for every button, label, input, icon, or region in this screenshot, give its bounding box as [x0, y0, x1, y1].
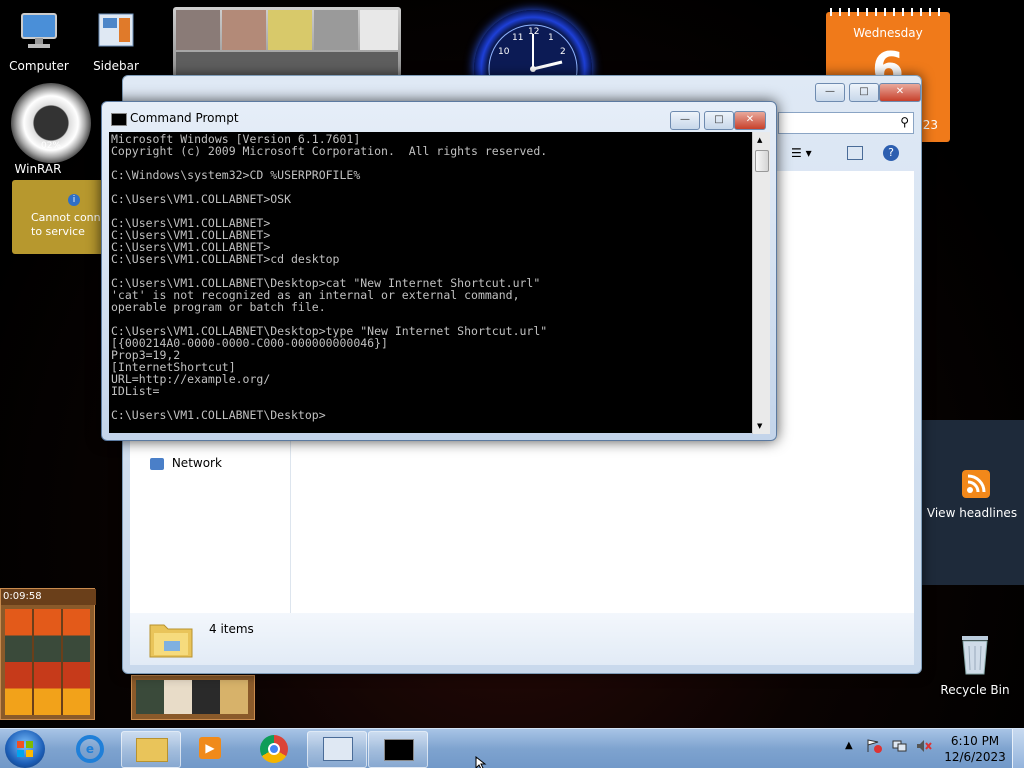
svg-text:1: 1: [548, 33, 554, 43]
volume-muted-icon[interactable]: [916, 739, 932, 753]
puzzle-gadget[interactable]: 0:09:58: [0, 588, 96, 720]
console-line: C:\Users\VM1.COLLABNET\Desktop>: [111, 408, 326, 422]
desktop-icon-computer[interactable]: Computer: [4, 10, 74, 73]
puzzle-gadget-secondary[interactable]: [131, 675, 255, 720]
control-panel-icon: [323, 737, 353, 761]
maximize-button[interactable]: □: [704, 111, 734, 130]
recycle-bin-icon: [940, 630, 1010, 679]
close-button[interactable]: ✕: [734, 111, 766, 130]
calendar-day: Wednesday: [853, 26, 923, 40]
sidebar-icon: [81, 10, 151, 55]
vertical-scrollbar[interactable]: ▲ ▼: [752, 132, 770, 434]
scroll-thumb[interactable]: [755, 150, 769, 172]
show-desktop-button[interactable]: [1012, 729, 1024, 768]
console-line: C:\Users\VM1.COLLABNET>OSK: [111, 192, 292, 206]
info-icon: i: [68, 194, 80, 206]
weather-message: Cannot conn: [31, 211, 101, 224]
computer-icon: [4, 10, 74, 55]
svg-text:10: 10: [498, 47, 510, 57]
clock-time: 6:10 PM: [950, 734, 1000, 748]
cmd-icon: [384, 739, 414, 761]
taskbar-control-panel[interactable]: [307, 731, 367, 768]
network-icon: [150, 457, 164, 470]
command-prompt-window[interactable]: Command Prompt — □ ✕ Microsoft Windows […: [101, 101, 777, 441]
action-center-icon[interactable]: [866, 739, 882, 753]
network-tray-icon[interactable]: [892, 739, 908, 753]
status-bar: 4 items: [130, 613, 914, 665]
minimize-button[interactable]: —: [670, 111, 700, 130]
chrome-icon: [260, 735, 288, 763]
help-icon[interactable]: ?: [883, 145, 899, 161]
rss-icon: [962, 470, 990, 498]
scroll-up-icon[interactable]: ▲: [757, 136, 762, 144]
feed-label[interactable]: View headlines: [920, 506, 1024, 520]
views-icon[interactable]: ☰ ▾: [791, 146, 812, 160]
taskbar-clock[interactable]: 6:10 PM 12/6/2023: [940, 733, 1010, 765]
internet-explorer-icon: e: [76, 735, 104, 763]
console-line: C:\Users\VM1.COLLABNET>cd desktop: [111, 252, 340, 266]
console-line: Copyright (c) 2009 Microsoft Corporation…: [111, 144, 548, 158]
calendar-year: 23: [922, 118, 938, 132]
folder-icon: [148, 617, 194, 659]
cmd-icon: [111, 113, 127, 126]
console-output[interactable]: Microsoft Windows [Version 6.1.7601] Copy…: [109, 132, 754, 433]
svg-text:11: 11: [512, 33, 523, 43]
item-count: 4 items: [209, 622, 254, 636]
nav-item-label: Network: [171, 456, 222, 470]
console-line: URL=http://example.org/: [111, 372, 271, 386]
close-button[interactable]: ✕: [879, 83, 921, 102]
taskbar-internet-explorer[interactable]: e: [61, 731, 119, 766]
minimize-button[interactable]: —: [815, 83, 845, 102]
puzzle-timer: 0:09:58: [1, 589, 96, 605]
console-line: C:\Windows\system32>CD %USERPROFILE%: [111, 168, 361, 182]
taskbar-chrome[interactable]: [245, 731, 303, 766]
explorer-icon: [136, 738, 168, 762]
desktop-icon-label: Recycle Bin: [940, 683, 1010, 697]
svg-text:2: 2: [560, 47, 566, 57]
nav-item-network[interactable]: Network: [150, 456, 222, 470]
taskbar-media-player[interactable]: ▶: [181, 731, 239, 766]
maximize-button[interactable]: □: [849, 83, 879, 102]
search-input[interactable]: ⚲: [778, 112, 914, 134]
media-player-icon: ▶: [199, 737, 221, 759]
clock-date: 12/6/2023: [944, 750, 1006, 764]
cpu-meter-value: 02%: [40, 141, 61, 151]
console-line: operable program or batch file.: [111, 300, 326, 314]
desktop-icon-label: Sidebar: [93, 59, 139, 73]
mouse-cursor-icon: [475, 755, 487, 768]
feed-gadget[interactable]: View headlines: [920, 420, 1024, 585]
show-hidden-icons[interactable]: ▲: [845, 740, 853, 751]
search-icon: ⚲: [900, 115, 909, 129]
desktop-icon-sidebar[interactable]: Sidebar: [81, 10, 151, 73]
desktop-icon-label: Computer: [9, 59, 69, 73]
taskbar-explorer[interactable]: [121, 731, 181, 768]
slideshow-gadget[interactable]: [173, 7, 401, 77]
desktop-icon-label: WinRAR: [14, 162, 62, 176]
svg-text:12: 12: [528, 27, 539, 37]
puzzle-board[interactable]: [5, 609, 90, 715]
scroll-down-icon[interactable]: ▼: [757, 422, 762, 430]
weather-message: to service: [31, 225, 85, 238]
console-line: IDList=: [111, 384, 160, 398]
start-button[interactable]: [5, 730, 45, 768]
windows-logo-icon: [17, 741, 33, 757]
window-title: Command Prompt: [130, 111, 239, 125]
taskbar-command-prompt[interactable]: [368, 731, 428, 768]
desktop-icon-recycle-bin[interactable]: Recycle Bin: [940, 630, 1010, 697]
cpu-meter-gadget[interactable]: 02%: [11, 83, 91, 163]
preview-pane-icon[interactable]: [847, 146, 863, 160]
desktop-icon-winrar[interactable]: WinRAR: [3, 162, 73, 176]
console-line: [{000214A0-0000-0000-C000-000000000046}]: [111, 336, 388, 350]
